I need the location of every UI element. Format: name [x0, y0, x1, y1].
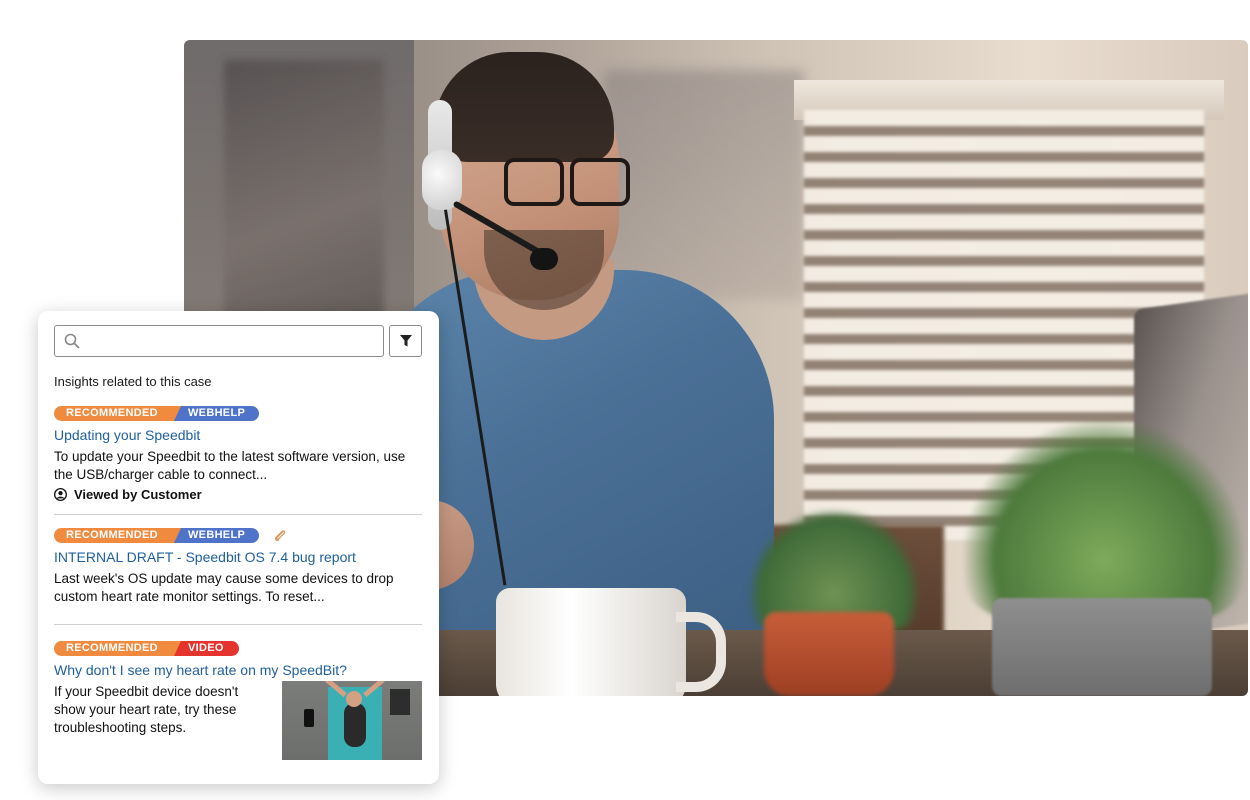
insight-description: Last week's OS update may cause some dev…	[54, 571, 394, 604]
insight-item: RECOMMENDED WEBHELP Updating your Speedb…	[54, 406, 422, 502]
tag-recommended: RECOMMENDED	[54, 528, 182, 543]
tag-video: VIDEO	[174, 641, 239, 656]
filter-icon	[399, 335, 412, 347]
insight-description: To update your Speedbit to the latest so…	[54, 449, 406, 482]
divider	[54, 514, 422, 515]
divider	[54, 624, 422, 625]
tag-group: RECOMMENDED WEBHELP	[54, 528, 422, 543]
insight-description: If your Speedbit device doesn't show you…	[54, 684, 239, 735]
insights-panel: Insights related to this case RECOMMENDE…	[38, 311, 439, 784]
tag-group: RECOMMENDED WEBHELP	[54, 406, 422, 421]
section-heading: Insights related to this case	[54, 374, 212, 389]
user-icon	[54, 488, 67, 501]
filter-button[interactable]	[389, 325, 422, 357]
viewed-status: Viewed by Customer	[54, 487, 422, 502]
tag-webhelp: WEBHELP	[174, 528, 259, 543]
insight-item: RECOMMENDED WEBHELP INTERNAL DRAFT - Spe…	[54, 528, 422, 606]
insight-title-link[interactable]: INTERNAL DRAFT - Speedbit OS 7.4 bug rep…	[54, 548, 422, 566]
search-icon	[64, 333, 80, 349]
tag-recommended: RECOMMENDED	[54, 641, 182, 656]
search-input[interactable]	[54, 325, 384, 357]
tag-webhelp: WEBHELP	[174, 406, 259, 421]
insight-item: RECOMMENDED VIDEO Why don't I see my hea…	[54, 641, 422, 760]
insight-title-link[interactable]: Updating your Speedbit	[54, 426, 422, 444]
paperclip-icon	[274, 529, 286, 541]
tag-group: RECOMMENDED VIDEO	[54, 641, 422, 656]
video-thumbnail[interactable]	[282, 681, 422, 760]
viewed-label: Viewed by Customer	[74, 487, 202, 502]
tag-recommended: RECOMMENDED	[54, 406, 182, 421]
insight-title-link[interactable]: Why don't I see my heart rate on my Spee…	[54, 661, 422, 679]
search-row	[54, 325, 422, 357]
